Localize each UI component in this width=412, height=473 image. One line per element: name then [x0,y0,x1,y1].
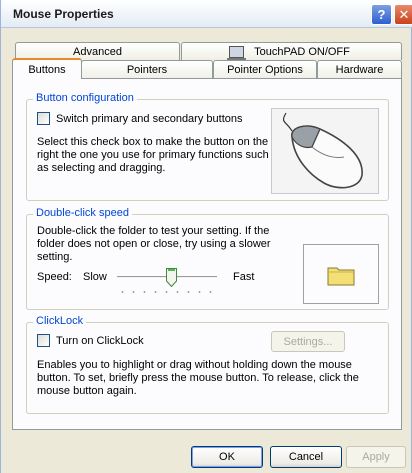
window-title: Mouse Properties [13,7,114,21]
tab-pointer-options[interactable]: Pointer Options [213,60,317,79]
group-title: Double-click speed [33,207,132,219]
close-button[interactable]: ✕ [394,4,412,25]
tab-label: TouchPAD ON/OFF [254,45,350,58]
double-click-description-line: Double-click the folder to test your set… [37,225,270,237]
mouse-preview [271,108,379,194]
help-button[interactable]: ? [371,4,392,25]
tab-buttons[interactable]: Buttons [12,58,82,79]
tab-label: Buttons [28,63,66,76]
clicklock-group: ClickLock Turn on ClickLock Settings... … [26,315,389,414]
help-icon: ? [377,7,386,22]
mouse-icon [282,112,363,189]
title-bar[interactable]: Mouse Properties ? ✕ [1,0,412,28]
buttons-tab-panel: Button configuration Switch primary and … [12,78,402,430]
settings-button-label: Settings... [283,335,333,348]
clicklock-description-line: mouse button again. [37,385,137,397]
group-title: ClickLock [33,315,87,327]
cancel-button[interactable]: Cancel [270,446,342,468]
button-config-description-line: right the one you use for primary functi… [37,149,269,161]
touchpad-icon [227,45,247,61]
switch-buttons-label: Switch primary and secondary buttons [56,113,243,125]
switch-buttons-checkbox[interactable] [37,112,50,125]
apply-button[interactable]: Apply [346,446,406,468]
button-config-description-line: as selecting and dragging. [37,162,166,174]
clicklock-checkbox[interactable] [37,334,50,347]
slow-label: Slow [83,271,107,283]
folder-icon [327,267,355,286]
clicklock-settings-button[interactable]: Settings... [271,331,345,352]
apply-button-label: Apply [362,451,390,463]
double-click-description-line: folder does not open or close, try using… [37,238,271,250]
tab-pointers[interactable]: Pointers [81,60,213,79]
tab-hardware[interactable]: Hardware [317,60,402,79]
fast-label: Fast [233,271,255,283]
clicklock-label: Turn on ClickLock [56,335,144,347]
cancel-button-label: Cancel [288,451,324,463]
speed-label: Speed: [37,271,72,283]
tab-label: Hardware [335,64,384,76]
clicklock-description-line: Enables you to highlight or drag without… [37,359,352,371]
button-configuration-group: Button configuration Switch primary and … [26,92,389,201]
double-click-speed-group: Double-click speed Double-click the fold… [26,207,389,310]
double-click-description-line: setting. [37,251,73,263]
clicklock-description-line: button. To set, briefly press the mouse … [37,372,359,384]
ok-button[interactable]: OK [191,446,263,468]
tab-touchpad[interactable]: TouchPAD ON/OFF [181,42,402,61]
slider-ticks [117,290,217,294]
test-folder-area[interactable] [303,244,379,304]
slider-thumb[interactable] [165,268,177,287]
tab-label: Pointer Options [227,64,303,76]
tab-label: Advanced [73,45,122,58]
mouse-properties-window: Mouse Properties ? ✕ Advanced TouchPAD O… [0,0,412,473]
ok-button-label: OK [219,451,235,463]
group-title: Button configuration [33,92,137,104]
close-icon: ✕ [398,6,410,22]
button-config-description-line: Select this check box to make the button… [37,136,269,148]
tab-label: Pointers [126,64,168,76]
